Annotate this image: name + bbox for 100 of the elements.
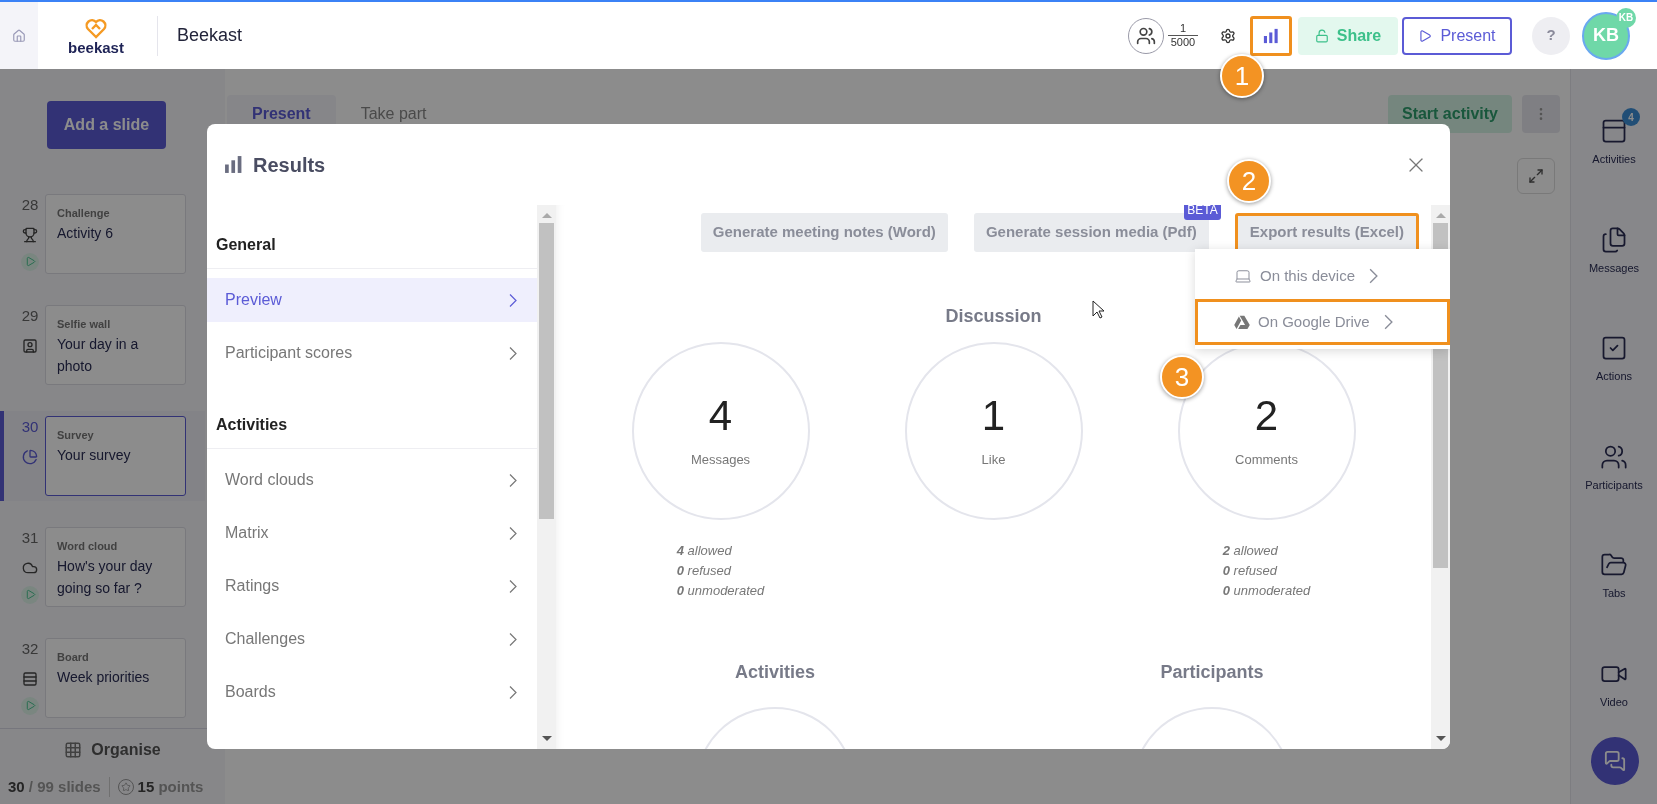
- rail-item[interactable]: Messages: [1571, 215, 1657, 276]
- play-icon: [1418, 28, 1433, 43]
- rail-item[interactable]: 4 Activities: [1571, 107, 1657, 168]
- slide-type: Word cloud: [57, 539, 119, 554]
- slide-type: Survey: [57, 428, 95, 443]
- chevron-icon: [509, 684, 517, 700]
- export-action-button[interactable]: Generate session media (Pdf): [973, 213, 1209, 252]
- rows-icon: [22, 670, 38, 687]
- participant-limit: 5000: [1170, 36, 1196, 49]
- count-badge: 4: [1622, 108, 1640, 126]
- chevron-icon: [1383, 314, 1393, 330]
- results-button[interactable]: [1250, 15, 1292, 56]
- slide-row[interactable]: 28 Challenge Activity 6: [0, 189, 205, 279]
- slide-row[interactable]: 30 Survey Your survey: [0, 411, 205, 501]
- stat-value: 2: [1254, 392, 1279, 441]
- rail-label: Participants: [1585, 477, 1643, 493]
- chevron-icon: [509, 525, 517, 541]
- nav-item[interactable]: Matrix: [207, 511, 537, 555]
- play-button[interactable]: [21, 252, 39, 271]
- play-button[interactable]: [21, 585, 39, 604]
- fullscreen-button[interactable]: [1517, 158, 1555, 194]
- stat-label: Like: [981, 451, 1006, 470]
- trophy-icon: [22, 226, 38, 243]
- slide-card[interactable]: Word cloud How's your day going so far ?: [45, 527, 186, 607]
- slide-title: Your day in a photo: [57, 334, 140, 376]
- scrollbar[interactable]: [537, 205, 556, 749]
- stat-label: Comments: [1235, 451, 1298, 470]
- rail-label: Activities: [1592, 152, 1636, 167]
- slide-row[interactable]: 29 Selfie wall Your day in a photo: [0, 300, 205, 390]
- slide-number: 29: [21, 306, 39, 326]
- settings-icon[interactable]: [1220, 27, 1236, 44]
- bar-chart-icon: [1263, 27, 1279, 44]
- participant-count: 1: [1179, 22, 1187, 35]
- grid-icon: [64, 740, 83, 759]
- slide-card[interactable]: Board Week priorities: [45, 638, 186, 718]
- expand-icon: [1528, 168, 1544, 184]
- slide-type: Selfie wall: [57, 317, 112, 332]
- pie-chart-icon: [22, 448, 38, 465]
- help-button[interactable]: ?: [1532, 16, 1570, 55]
- stat-detail: 0 refused: [1222, 562, 1279, 580]
- slide-type: Board: [57, 650, 90, 665]
- rail-item[interactable]: Tabs: [1571, 541, 1657, 602]
- chevron-icon: [509, 345, 517, 361]
- section-heading: Activities: [734, 661, 815, 684]
- slide-card[interactable]: Challenge Activity 6: [45, 194, 186, 274]
- logo-icon: [84, 16, 108, 40]
- stat-value: 1: [981, 392, 1006, 441]
- nav-item[interactable]: Preview: [207, 278, 537, 322]
- slide-title: How's your day going so far ?: [57, 556, 154, 598]
- home-button[interactable]: [0, 2, 38, 69]
- people-icon: [1136, 25, 1156, 46]
- play-icon: [24, 256, 36, 267]
- slide-row[interactable]: 31 Word cloud How's your day going so far ?: [0, 522, 205, 612]
- rail-label: Messages: [1588, 260, 1640, 276]
- mouse-cursor-icon: [1092, 300, 1104, 319]
- slide-type: Challenge: [57, 206, 111, 221]
- chevron-icon: [509, 292, 517, 308]
- portrait-icon: [22, 337, 38, 354]
- nav-item[interactable]: Word clouds: [207, 458, 537, 502]
- slide-number: 31: [21, 528, 39, 548]
- nav-item[interactable]: Challenges: [207, 617, 537, 661]
- present-button[interactable]: Present: [1402, 16, 1512, 55]
- menu-item[interactable]: On Google Drive: [1195, 299, 1450, 345]
- slide-title: Your survey: [57, 445, 132, 465]
- rail-item[interactable]: Actions: [1571, 324, 1657, 385]
- documents-icon: [1600, 225, 1628, 254]
- slide-number: 28: [21, 195, 39, 215]
- export-action-button[interactable]: Export results (Excel): [1234, 213, 1419, 252]
- rail-item[interactable]: Video: [1571, 649, 1657, 710]
- chevron-icon: [509, 578, 517, 594]
- menu-item[interactable]: On this device: [1195, 253, 1450, 299]
- logo-text: beekast: [68, 40, 124, 55]
- laptop-icon: [1234, 267, 1252, 285]
- slide-card[interactable]: Selfie wall Your day in a photo: [45, 305, 186, 385]
- play-button[interactable]: [21, 696, 39, 715]
- lock-icon: [1314, 28, 1329, 43]
- presentation-title: Beekast: [177, 24, 243, 47]
- rail-item[interactable]: Participants: [1571, 432, 1657, 493]
- chat-button[interactable]: [1591, 737, 1639, 785]
- chevron-icon: [509, 472, 517, 488]
- rail-label: Tabs: [1602, 586, 1626, 601]
- card-icon: [1600, 117, 1628, 145]
- play-icon: [24, 700, 36, 711]
- slide-row[interactable]: 32 Board Week priorities: [0, 633, 205, 723]
- add-slide-button[interactable]: Add a slide: [47, 101, 166, 149]
- slide-title: Activity 6: [57, 223, 114, 243]
- dialog-title: Results: [253, 152, 326, 178]
- stat-detail: 0 refused: [676, 562, 733, 580]
- slide-number: 32: [21, 639, 39, 659]
- export-action-button[interactable]: Generate meeting notes (Word): [700, 213, 948, 252]
- chevron-icon: [509, 631, 517, 647]
- beta-badge: BETA: [1184, 205, 1221, 220]
- nav-item[interactable]: Boards: [207, 670, 537, 714]
- stage-tab[interactable]: Take part: [335, 95, 452, 133]
- nav-item[interactable]: Ratings: [207, 564, 537, 608]
- section-heading: Participants: [1160, 661, 1264, 684]
- avatar-badge: KB: [1616, 7, 1636, 28]
- slide-number: 30: [21, 417, 39, 437]
- nav-item[interactable]: Participant scores: [207, 331, 537, 375]
- slide-card[interactable]: Survey Your survey: [45, 416, 186, 496]
